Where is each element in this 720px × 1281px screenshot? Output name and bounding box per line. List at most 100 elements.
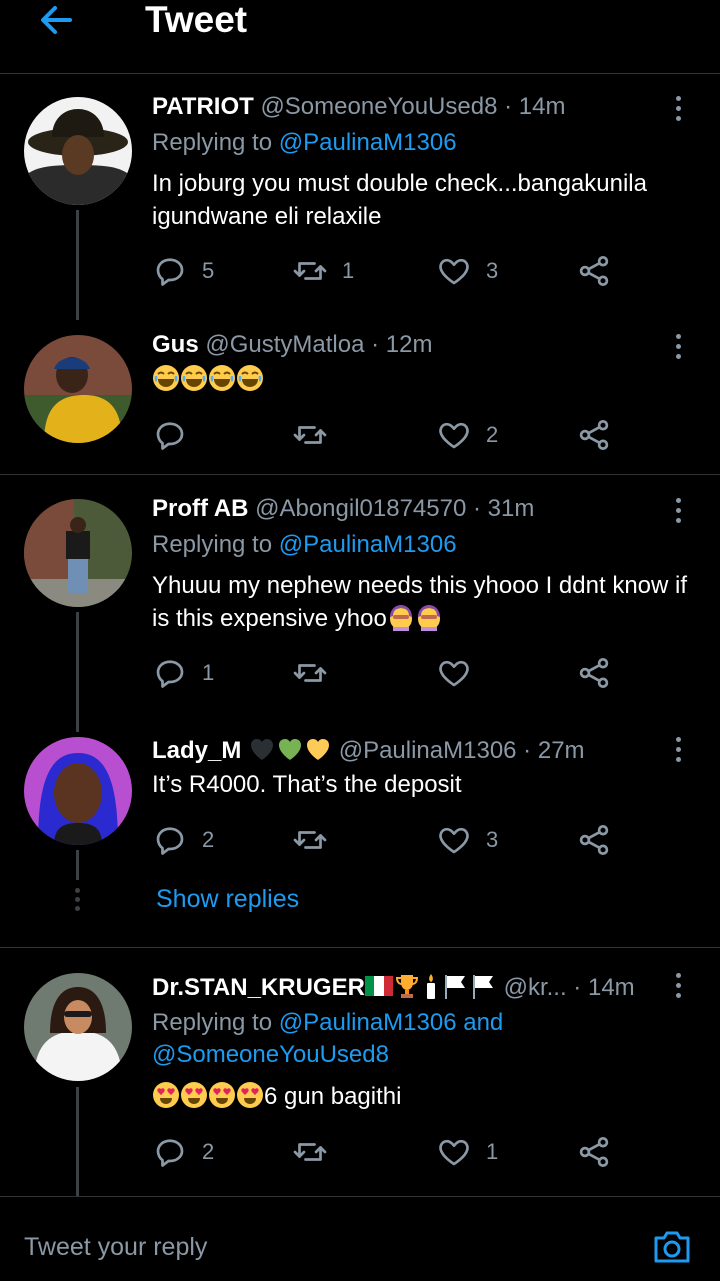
user-handle[interactable]: @kr...: [504, 974, 567, 1001]
like-icon: [436, 1134, 472, 1170]
green-heart-emoji-icon: [276, 735, 304, 763]
reply-composer[interactable]: Tweet your reply: [0, 1196, 720, 1281]
share-button[interactable]: [576, 417, 612, 453]
divider: [0, 474, 720, 475]
laughing-emoji-icon: [236, 364, 264, 392]
like-button[interactable]: [436, 655, 486, 691]
laughing-emoji-icon: [208, 364, 236, 392]
like-button[interactable]: 3: [436, 822, 498, 858]
retweet-icon: [292, 822, 328, 858]
thread-dots: [75, 888, 80, 915]
more-icon[interactable]: [676, 737, 684, 767]
user-handle[interactable]: @SomeoneYouUsed8: [260, 93, 497, 120]
reply-button[interactable]: [152, 417, 202, 453]
retweet-button[interactable]: [292, 417, 342, 453]
top-bar: Tweet: [0, 0, 720, 74]
show-replies-link[interactable]: Show replies: [156, 885, 299, 914]
more-icon[interactable]: [676, 498, 684, 528]
user-name[interactable]: Gus: [152, 331, 199, 358]
like-icon: [436, 822, 472, 858]
reply-input[interactable]: Tweet your reply: [24, 1233, 207, 1262]
timestamp: 31m: [487, 495, 535, 522]
share-button[interactable]: [576, 655, 612, 691]
tweet-emoji: [152, 363, 697, 396]
reply-button[interactable]: 2: [152, 1134, 214, 1170]
trophy-emoji-icon: [393, 972, 421, 1000]
woman-facepalming-emoji-icon: [387, 603, 415, 631]
more-icon[interactable]: [676, 973, 684, 1003]
user-handle[interactable]: @GustyMatloa: [205, 331, 364, 358]
avatar[interactable]: [24, 97, 132, 205]
more-icon[interactable]: [676, 334, 684, 364]
tweet-header: Lady_M @PaulinaM1306 · 27m: [152, 735, 585, 764]
mention-link[interactable]: @PaulinaM1306: [279, 531, 457, 558]
share-button[interactable]: [576, 253, 612, 289]
user-name[interactable]: PATRIOT: [152, 93, 254, 120]
replying-to: Replying to @PaulinaM1306 and @SomeoneYo…: [152, 1009, 504, 1068]
replying-to: Replying to @PaulinaM1306: [152, 129, 457, 156]
timestamp: 14m: [518, 93, 566, 120]
reply-icon: [152, 417, 188, 453]
like-button[interactable]: 2: [436, 417, 498, 453]
page-title: Tweet: [145, 0, 248, 40]
avatar[interactable]: [24, 737, 132, 845]
tweet-actions: 1: [152, 655, 672, 691]
reply-button[interactable]: 2: [152, 822, 214, 858]
tweet-text: Yhuuu my nephew needs this yhooo I ddnt …: [152, 572, 688, 632]
mention-link[interactable]: @SomeoneYouUsed8: [152, 1041, 389, 1068]
like-button[interactable]: 3: [436, 253, 498, 289]
user-handle[interactable]: @Abongil01874570: [255, 495, 466, 522]
camera-icon[interactable]: [650, 1225, 694, 1269]
heart-eyes-emoji-icon: [236, 1081, 264, 1109]
like-icon: [436, 253, 472, 289]
avatar[interactable]: [24, 499, 132, 607]
avatar[interactable]: [24, 335, 132, 443]
heart-eyes-emoji-icon: [152, 1081, 180, 1109]
thread-line: [76, 1087, 79, 1197]
reply-icon: [152, 1134, 188, 1170]
share-button[interactable]: [576, 822, 612, 858]
timestamp: 14m: [587, 974, 635, 1001]
woman-facepalming-emoji-icon: [415, 603, 443, 631]
tweet-text: 6 gun bagithi: [152, 1080, 697, 1113]
retweet-button[interactable]: 1: [292, 253, 354, 289]
avatar[interactable]: [24, 973, 132, 1081]
white-flag-icon: [469, 972, 497, 1000]
retweet-button[interactable]: [292, 655, 342, 691]
more-icon[interactable]: [676, 96, 684, 126]
back-arrow-icon[interactable]: [36, 0, 76, 40]
reply-button[interactable]: 5: [152, 253, 214, 289]
like-button[interactable]: 1: [436, 1134, 498, 1170]
user-name[interactable]: Proff AB: [152, 495, 248, 522]
mention-link[interactable]: @PaulinaM1306: [279, 129, 457, 156]
heart-eyes-emoji-icon: [180, 1081, 208, 1109]
tweet-actions: 5 1 3: [152, 253, 672, 289]
retweet-button[interactable]: [292, 1134, 342, 1170]
timestamp: 27m: [537, 737, 585, 764]
thread-line: [76, 850, 79, 880]
user-name[interactable]: Lady_M: [152, 737, 241, 764]
divider: [0, 947, 720, 948]
share-icon: [576, 417, 612, 453]
tweet-header: PATRIOT @SomeoneYouUsed8 · 14m: [152, 93, 566, 120]
retweet-button[interactable]: [292, 822, 342, 858]
user-handle[interactable]: @PaulinaM1306: [339, 737, 517, 764]
black-heart-emoji-icon: [248, 735, 276, 763]
timestamp: 12m: [385, 331, 433, 358]
thread-line: [76, 210, 79, 320]
tweet-text: In joburg you must double check...bangak…: [152, 170, 647, 230]
tweet-header: Dr.STAN_KRUGER @kr... · 14m: [152, 972, 635, 1001]
tweet-actions: 2 1: [152, 1134, 672, 1170]
replying-to: Replying to @PaulinaM1306: [152, 531, 457, 558]
white-flag-icon: [441, 972, 469, 1000]
reply-button[interactable]: 1: [152, 655, 214, 691]
share-icon: [576, 1134, 612, 1170]
share-button[interactable]: [576, 1134, 612, 1170]
retweet-icon: [292, 417, 328, 453]
candle-emoji-icon: [421, 972, 441, 1000]
mention-link[interactable]: @PaulinaM1306 and: [279, 1009, 504, 1036]
italy-flag-icon: [365, 972, 393, 1000]
user-name[interactable]: Dr.STAN_KRUGER: [152, 974, 365, 1001]
retweet-icon: [292, 655, 328, 691]
laughing-emoji-icon: [180, 364, 208, 392]
